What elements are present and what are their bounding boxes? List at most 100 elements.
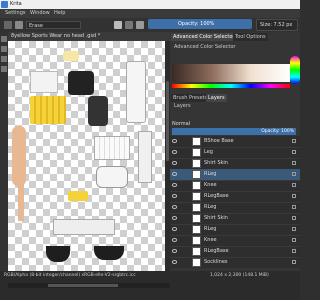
size-slider[interactable]: Size: 7.52 px [256,19,298,31]
scrollbar-thumb[interactable] [48,284,118,287]
white-crop-art [96,166,128,188]
layer-name: Knee [204,182,217,188]
layer-lock-checkbox[interactable] [292,183,296,187]
document-tab[interactable]: 8yellow Sports Wear no head .gsd * [8,32,170,41]
title-bar: Krita [0,0,300,9]
hue-strip[interactable] [172,84,290,88]
window-title: Krita [10,1,22,7]
visibility-eye-icon[interactable] [172,139,177,143]
visibility-eye-icon[interactable] [172,205,177,209]
visibility-eye-icon[interactable] [172,249,177,253]
canvas-horizontal-scrollbar[interactable] [8,283,170,288]
layers-title: Layers [174,103,191,109]
color-selector-title: Advanced Color Selector [174,44,236,50]
layer-row[interactable]: Socklines [170,257,300,268]
visibility-eye-icon[interactable] [172,227,177,231]
layer-lock-checkbox[interactable] [292,260,296,264]
brush-tool-icon[interactable] [1,46,7,52]
layer-name: Leg [204,149,213,155]
body-skin-part [12,126,26,186]
visibility-eye-icon[interactable] [172,238,177,242]
opacity-slider[interactable]: Opacity: 100% [148,19,252,29]
layer-thumbnail [192,214,201,223]
scrollbar-thumb[interactable] [166,81,169,161]
brush-preset-icon[interactable] [15,21,23,29]
tab-brush-presets[interactable]: Brush Presets [171,94,210,102]
menu-bar: Settings Window Help [0,9,300,18]
visibility-eye-icon[interactable] [172,172,177,176]
layer-thumbnail [192,247,201,256]
layer-thumbnail [192,170,201,179]
visibility-eye-icon[interactable] [172,161,177,165]
visibility-eye-icon[interactable] [172,194,177,198]
layer-name: Shirt Skin [204,160,228,166]
layer-lock-checkbox[interactable] [292,172,296,176]
white-skirt-art [94,136,130,160]
opacity-value: Opacity: 100% [178,21,215,27]
layer-name: Shirt Skin [204,215,228,221]
preserve-alpha-icon[interactable] [125,21,133,29]
layer-lock-checkbox[interactable] [292,139,296,143]
image-size-info: 1,024 x 2,300 (148.1 MiB) [210,273,269,278]
layer-name: RLeg [204,171,217,177]
layer-opacity-value: Opacity: 100% [261,129,294,134]
layer-thumbnail [192,236,201,245]
layer-name: RLeg [204,226,217,232]
tab-layers[interactable]: Layers [206,94,227,102]
layer-name: Knee [204,237,217,243]
yellow-detail-art [68,191,88,201]
black-top-art [68,71,94,95]
blend-mode-select[interactable]: Normal [172,121,296,128]
size-value: Size: 7.52 px [260,22,293,28]
body-skin-part [18,181,24,221]
layer-name: RLegBase [204,248,229,254]
color-space-info: RGB/Alpha (8-bit integer/channel) sRGB-e… [4,273,136,278]
layer-thumbnail [192,225,201,234]
layer-name: RLeg [204,204,217,210]
select-tool-icon[interactable] [1,36,7,42]
layer-lock-checkbox[interactable] [292,216,296,220]
toolbox [0,32,8,280]
visibility-eye-icon[interactable] [172,150,177,154]
canvas[interactable] [8,41,165,271]
hue-ring[interactable] [290,56,300,84]
layer-thumbnail [192,137,201,146]
menu-help[interactable]: Help [54,10,65,16]
layer-thumbnail [192,159,201,168]
layer-lock-checkbox[interactable] [292,150,296,154]
brush-name-field[interactable]: Erase [26,21,81,29]
leg-art [138,131,152,183]
layer-lock-checkbox[interactable] [292,238,296,242]
layer-lock-checkbox[interactable] [292,249,296,253]
menu-window[interactable]: Window [30,10,50,16]
color-gradient-picker[interactable] [172,64,290,82]
layer-name: Socklines [204,259,228,265]
layer-thumbnail [192,181,201,190]
tab-tool-options[interactable]: Tool Options [233,33,268,41]
layer-lock-checkbox[interactable] [292,205,296,209]
visibility-eye-icon[interactable] [172,216,177,220]
yellow-skirt-art [30,96,66,124]
tab-advanced-color-selector[interactable]: Advanced Color Selector [171,33,237,41]
layer-lock-checkbox[interactable] [292,194,296,198]
krita-app-icon [1,1,8,8]
layer-lock-checkbox[interactable] [292,227,296,231]
document-title: 8yellow Sports Wear no head .gsd * [11,33,101,39]
layer-list: BShoe Base Leg Shirt Skin RLeg Knee RLegBase R… [170,136,300,268]
eraser-toggle-icon[interactable] [114,21,122,29]
bow-art [63,51,79,61]
new-document-icon[interactable] [4,21,12,29]
layer-name: RLegBase [204,193,229,199]
layer-thumbnail [192,203,201,212]
visibility-eye-icon[interactable] [172,260,177,264]
layer-lock-checkbox[interactable] [292,161,296,165]
menu-settings[interactable]: Settings [5,10,26,16]
fill-tool-icon[interactable] [1,56,7,62]
layer-thumbnail [192,192,201,201]
move-tool-icon[interactable] [1,66,7,72]
brush-settings-icon[interactable] [136,21,144,29]
layer-opacity-slider[interactable]: Opacity: 100% [172,128,296,135]
black-sleeve-art [88,96,108,126]
visibility-eye-icon[interactable] [172,183,177,187]
black-bottom-art [94,246,124,260]
